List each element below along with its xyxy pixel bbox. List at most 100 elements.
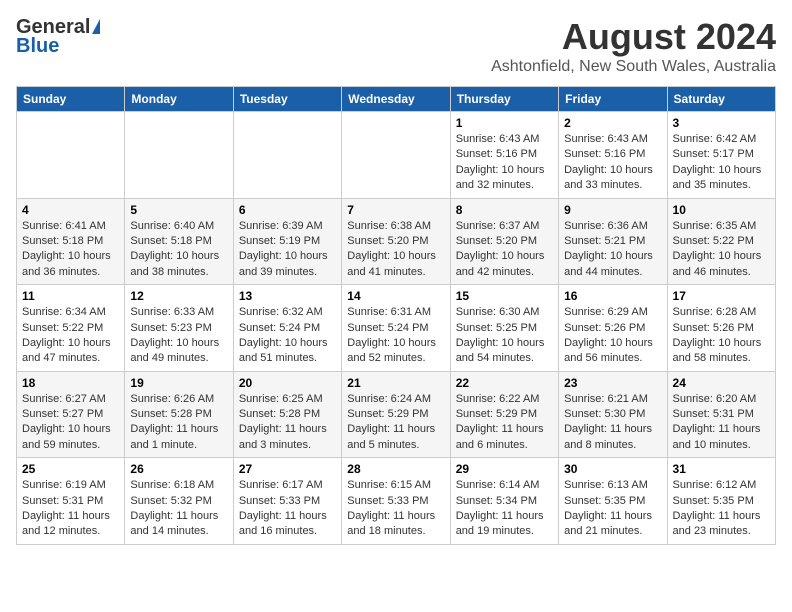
calendar-week-2: 4Sunrise: 6:41 AM Sunset: 5:18 PM Daylig… bbox=[17, 198, 776, 285]
day-number: 3 bbox=[673, 116, 770, 130]
day-number: 6 bbox=[239, 203, 336, 217]
main-title: August 2024 bbox=[491, 16, 776, 58]
day-number: 8 bbox=[456, 203, 553, 217]
day-number: 13 bbox=[239, 289, 336, 303]
day-number: 30 bbox=[564, 462, 661, 476]
day-number: 22 bbox=[456, 376, 553, 390]
calendar-cell: 16 Sunrise: 6:29 AM Sunset: 5:26 PM Dayli… bbox=[559, 285, 667, 372]
calendar-cell: 29 Sunrise: 6:14 AM Sunset: 5:34 PM Dayli… bbox=[450, 458, 558, 545]
calendar-cell: 4Sunrise: 6:41 AM Sunset: 5:18 PM Daylig… bbox=[17, 198, 125, 285]
day-info: Sunrise: 6:39 AM Sunset: 5:19 PM Dayligh… bbox=[239, 219, 336, 281]
calendar-table: SundayMondayTuesdayWednesdayThursdayFrid… bbox=[16, 86, 776, 545]
calendar-cell: 12 Sunrise: 6:33 AM Sunset: 5:23 PM Dayli… bbox=[125, 285, 233, 372]
day-info: Sunrise: 6:34 AM Sunset: 5:22 PM Dayligh… bbox=[22, 305, 119, 367]
calendar-cell: 23Sunrise: 6:21 AM Sunset: 5:30 PM Dayli… bbox=[559, 371, 667, 458]
calendar-cell: 25Sunrise: 6:19 AM Sunset: 5:31 PM Dayli… bbox=[17, 458, 125, 545]
day-number: 9 bbox=[564, 203, 661, 217]
day-info: Sunrise: 6:35 AM Sunset: 5:22 PM Dayligh… bbox=[673, 219, 770, 281]
day-info: Sunrise: 6:29 AM Sunset: 5:26 PM Dayligh… bbox=[564, 305, 661, 367]
day-info: Sunrise: 6:14 AM Sunset: 5:34 PM Dayligh… bbox=[456, 478, 553, 540]
day-number: 28 bbox=[347, 462, 444, 476]
calendar-cell bbox=[17, 112, 125, 199]
col-header-thursday: Thursday bbox=[450, 87, 558, 112]
logo-triangle-icon bbox=[92, 19, 100, 34]
col-header-wednesday: Wednesday bbox=[342, 87, 450, 112]
day-number: 19 bbox=[130, 376, 227, 390]
calendar-cell: 3 Sunrise: 6:42 AM Sunset: 5:17 PM Daylig… bbox=[667, 112, 775, 199]
day-info: Sunrise: 6:32 AM Sunset: 5:24 PM Dayligh… bbox=[239, 305, 336, 367]
logo: General Blue bbox=[16, 16, 100, 58]
day-info: Sunrise: 6:36 AM Sunset: 5:21 PM Dayligh… bbox=[564, 219, 661, 281]
day-info: Sunrise: 6:17 AM Sunset: 5:33 PM Dayligh… bbox=[239, 478, 336, 540]
day-info: Sunrise: 6:26 AM Sunset: 5:28 PM Dayligh… bbox=[130, 392, 227, 454]
calendar-cell bbox=[233, 112, 341, 199]
calendar-cell: 28 Sunrise: 6:15 AM Sunset: 5:33 PM Dayli… bbox=[342, 458, 450, 545]
calendar-cell: 14 Sunrise: 6:31 AM Sunset: 5:24 PM Dayli… bbox=[342, 285, 450, 372]
day-info: Sunrise: 6:31 AM Sunset: 5:24 PM Dayligh… bbox=[347, 305, 444, 367]
day-info: Sunrise: 6:40 AM Sunset: 5:18 PM Dayligh… bbox=[130, 219, 227, 281]
day-info: Sunrise: 6:24 AM Sunset: 5:29 PM Dayligh… bbox=[347, 392, 444, 454]
calendar-cell: 27 Sunrise: 6:17 AM Sunset: 5:33 PM Dayli… bbox=[233, 458, 341, 545]
day-number: 16 bbox=[564, 289, 661, 303]
day-number: 20 bbox=[239, 376, 336, 390]
col-header-monday: Monday bbox=[125, 87, 233, 112]
calendar-week-5: 25Sunrise: 6:19 AM Sunset: 5:31 PM Dayli… bbox=[17, 458, 776, 545]
calendar-cell: 8 Sunrise: 6:37 AM Sunset: 5:20 PM Daylig… bbox=[450, 198, 558, 285]
calendar-cell: 31Sunrise: 6:12 AM Sunset: 5:35 PM Dayli… bbox=[667, 458, 775, 545]
day-number: 25 bbox=[22, 462, 119, 476]
calendar-cell: 24 Sunrise: 6:20 AM Sunset: 5:31 PM Dayli… bbox=[667, 371, 775, 458]
day-number: 4 bbox=[22, 203, 119, 217]
calendar-cell: 13 Sunrise: 6:32 AM Sunset: 5:24 PM Dayli… bbox=[233, 285, 341, 372]
day-number: 2 bbox=[564, 116, 661, 130]
col-header-friday: Friday bbox=[559, 87, 667, 112]
day-number: 10 bbox=[673, 203, 770, 217]
day-number: 11 bbox=[22, 289, 119, 303]
day-info: Sunrise: 6:15 AM Sunset: 5:33 PM Dayligh… bbox=[347, 478, 444, 540]
calendar-cell: 22 Sunrise: 6:22 AM Sunset: 5:29 PM Dayli… bbox=[450, 371, 558, 458]
calendar-cell bbox=[125, 112, 233, 199]
day-info: Sunrise: 6:25 AM Sunset: 5:28 PM Dayligh… bbox=[239, 392, 336, 454]
day-number: 29 bbox=[456, 462, 553, 476]
col-header-tuesday: Tuesday bbox=[233, 87, 341, 112]
day-info: Sunrise: 6:37 AM Sunset: 5:20 PM Dayligh… bbox=[456, 219, 553, 281]
calendar-cell: 7Sunrise: 6:38 AM Sunset: 5:20 PM Daylig… bbox=[342, 198, 450, 285]
day-number: 14 bbox=[347, 289, 444, 303]
day-number: 17 bbox=[673, 289, 770, 303]
day-number: 18 bbox=[22, 376, 119, 390]
calendar-cell: 6 Sunrise: 6:39 AM Sunset: 5:19 PM Daylig… bbox=[233, 198, 341, 285]
day-info: Sunrise: 6:33 AM Sunset: 5:23 PM Dayligh… bbox=[130, 305, 227, 367]
day-info: Sunrise: 6:43 AM Sunset: 5:16 PM Dayligh… bbox=[456, 132, 553, 194]
calendar-week-1: 1Sunrise: 6:43 AM Sunset: 5:16 PM Daylig… bbox=[17, 112, 776, 199]
day-info: Sunrise: 6:20 AM Sunset: 5:31 PM Dayligh… bbox=[673, 392, 770, 454]
calendar-cell: 10 Sunrise: 6:35 AM Sunset: 5:22 PM Dayli… bbox=[667, 198, 775, 285]
calendar-cell: 1Sunrise: 6:43 AM Sunset: 5:16 PM Daylig… bbox=[450, 112, 558, 199]
day-number: 24 bbox=[673, 376, 770, 390]
col-header-saturday: Saturday bbox=[667, 87, 775, 112]
calendar-cell: 17 Sunrise: 6:28 AM Sunset: 5:26 PM Dayli… bbox=[667, 285, 775, 372]
day-info: Sunrise: 6:28 AM Sunset: 5:26 PM Dayligh… bbox=[673, 305, 770, 367]
day-number: 12 bbox=[130, 289, 227, 303]
day-number: 31 bbox=[673, 462, 770, 476]
day-number: 5 bbox=[130, 203, 227, 217]
day-info: Sunrise: 6:42 AM Sunset: 5:17 PM Dayligh… bbox=[673, 132, 770, 194]
day-info: Sunrise: 6:30 AM Sunset: 5:25 PM Dayligh… bbox=[456, 305, 553, 367]
calendar-cell: 9 Sunrise: 6:36 AM Sunset: 5:21 PM Daylig… bbox=[559, 198, 667, 285]
col-header-sunday: Sunday bbox=[17, 87, 125, 112]
day-number: 27 bbox=[239, 462, 336, 476]
title-block: August 2024 Ashtonfield, New South Wales… bbox=[491, 16, 776, 76]
day-info: Sunrise: 6:43 AM Sunset: 5:16 PM Dayligh… bbox=[564, 132, 661, 194]
calendar-cell: 30Sunrise: 6:13 AM Sunset: 5:35 PM Dayli… bbox=[559, 458, 667, 545]
calendar-cell: 11 Sunrise: 6:34 AM Sunset: 5:22 PM Dayli… bbox=[17, 285, 125, 372]
day-number: 15 bbox=[456, 289, 553, 303]
day-info: Sunrise: 6:38 AM Sunset: 5:20 PM Dayligh… bbox=[347, 219, 444, 281]
calendar-cell: 19 Sunrise: 6:26 AM Sunset: 5:28 PM Dayli… bbox=[125, 371, 233, 458]
calendar-week-3: 11 Sunrise: 6:34 AM Sunset: 5:22 PM Dayli… bbox=[17, 285, 776, 372]
calendar-cell: 20 Sunrise: 6:25 AM Sunset: 5:28 PM Dayli… bbox=[233, 371, 341, 458]
calendar-cell: 5 Sunrise: 6:40 AM Sunset: 5:18 PM Daylig… bbox=[125, 198, 233, 285]
day-number: 23 bbox=[564, 376, 661, 390]
day-number: 26 bbox=[130, 462, 227, 476]
calendar-cell: 18Sunrise: 6:27 AM Sunset: 5:27 PM Dayli… bbox=[17, 371, 125, 458]
calendar-week-4: 18Sunrise: 6:27 AM Sunset: 5:27 PM Dayli… bbox=[17, 371, 776, 458]
day-info: Sunrise: 6:22 AM Sunset: 5:29 PM Dayligh… bbox=[456, 392, 553, 454]
page-header: General Blue August 2024 Ashtonfield, Ne… bbox=[16, 16, 776, 76]
